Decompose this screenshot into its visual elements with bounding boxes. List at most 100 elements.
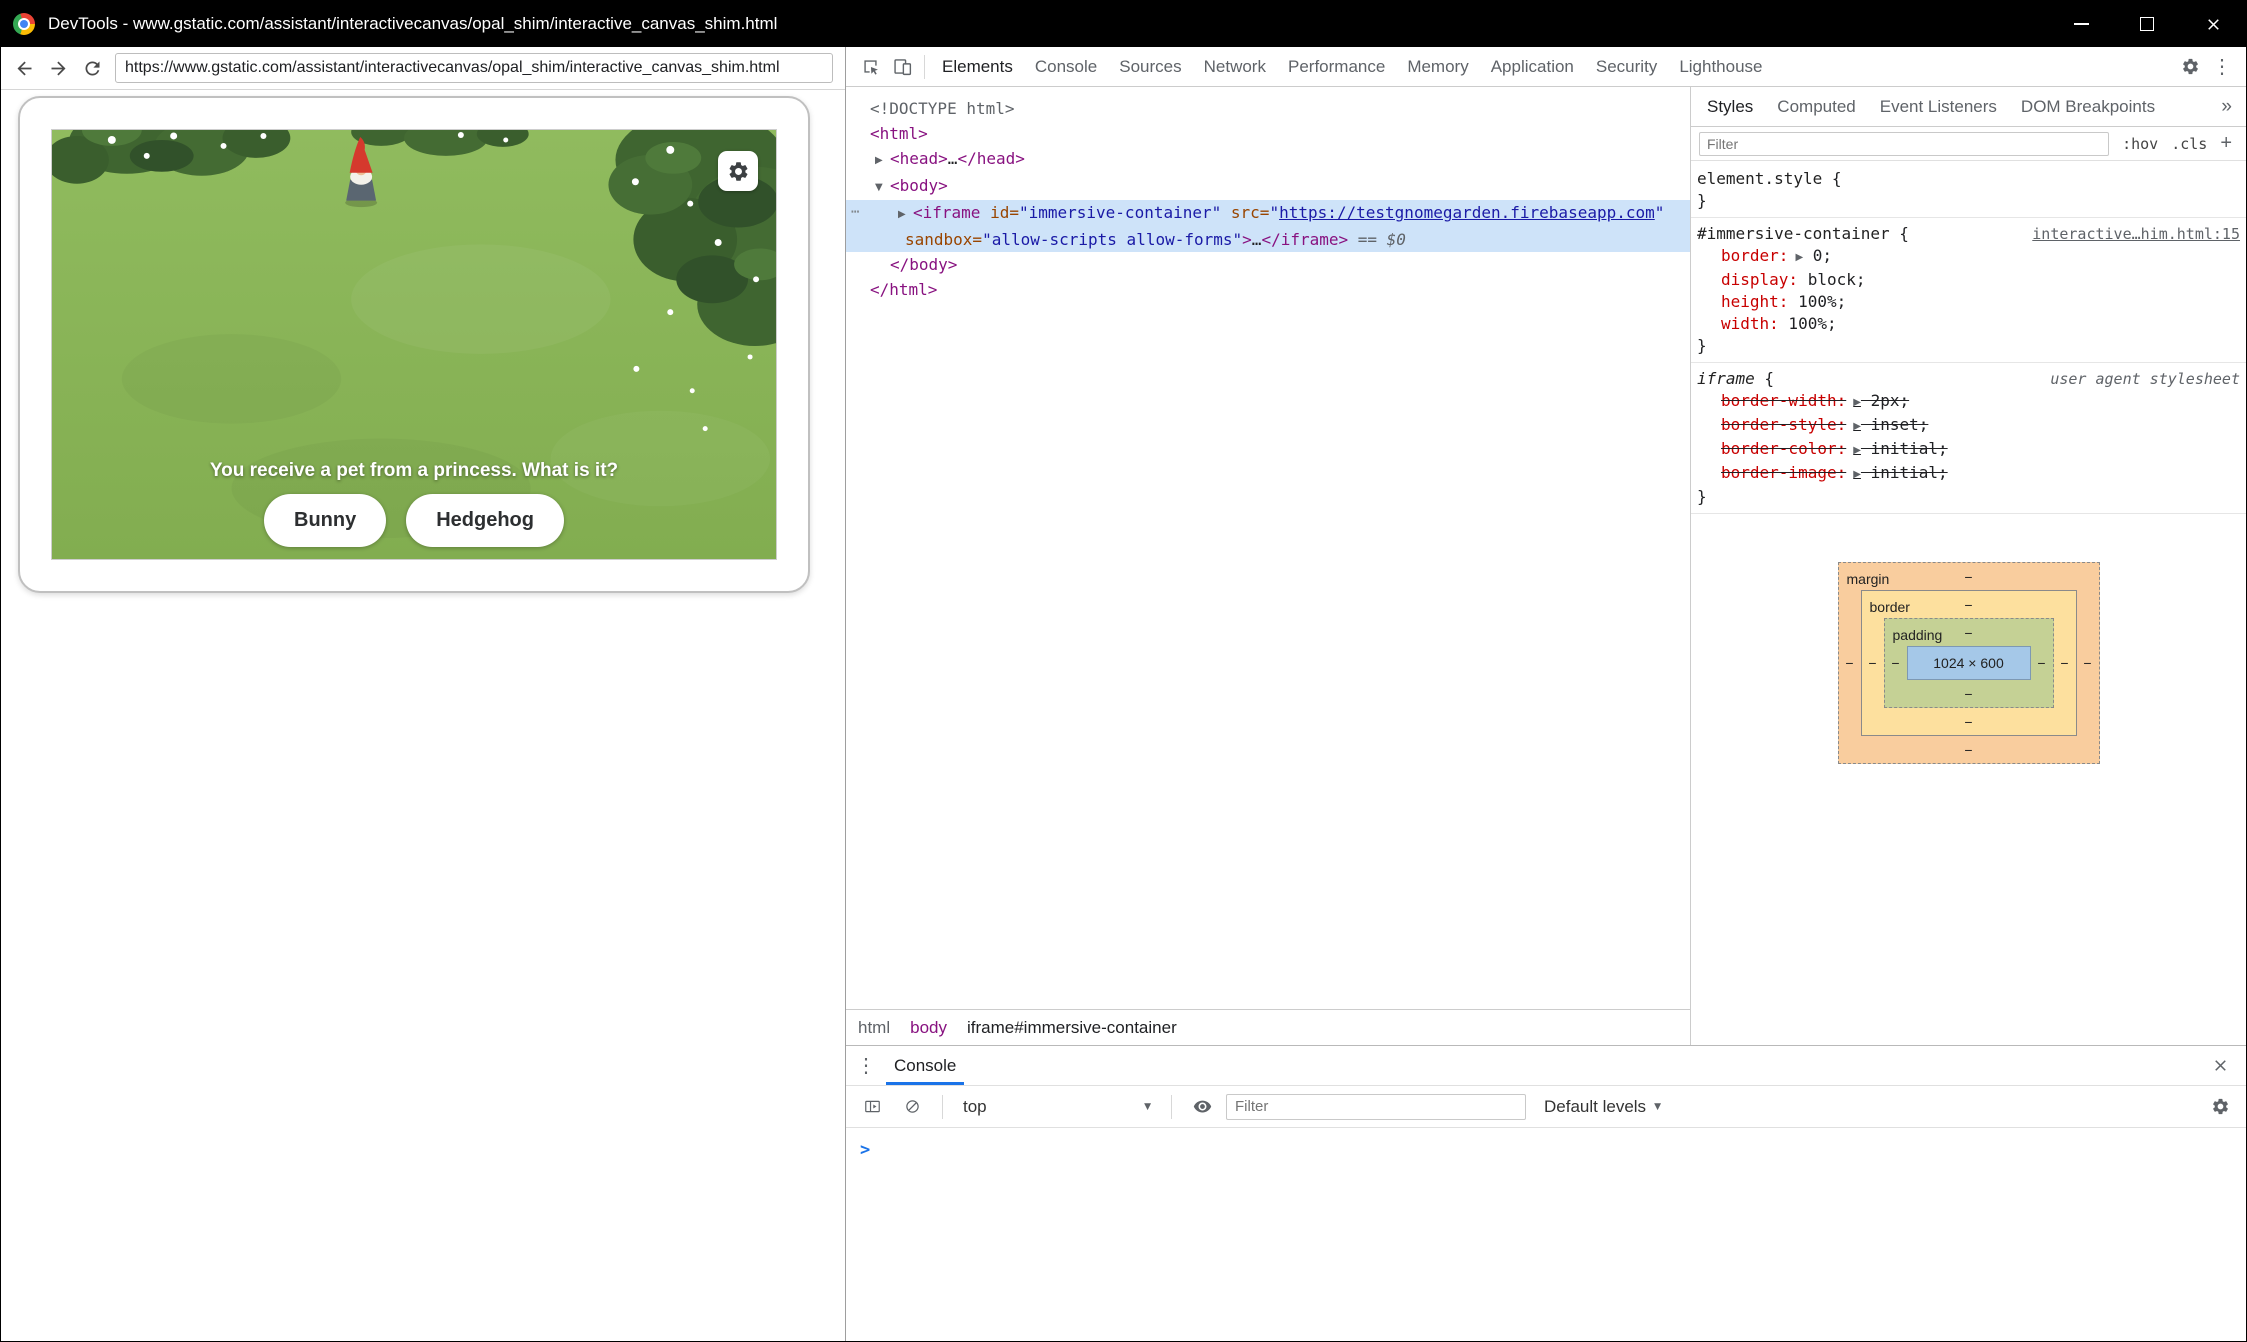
element-class-toggle[interactable]: .cls [2171, 135, 2207, 153]
css-property-width[interactable]: width: 100%; [1697, 313, 2240, 335]
css-selector[interactable]: #immersive-container [1697, 223, 1890, 245]
console-context-selector[interactable]: top ▼ [957, 1097, 1157, 1117]
css-property-border-color[interactable]: border-color:▶ initial; [1697, 438, 2240, 462]
forward-button[interactable] [41, 51, 75, 85]
pseudo-state-toggle[interactable]: :hov [2122, 135, 2158, 153]
dom-token-str: " [1269, 203, 1279, 222]
margin-top-value[interactable]: − [1964, 566, 1972, 588]
devtools-tab-lighthouse[interactable]: Lighthouse [1668, 47, 1773, 86]
minimize-button[interactable] [2048, 1, 2114, 47]
box-model-border[interactable]: border − − padding [1861, 590, 2077, 736]
shorthand-expander-icon[interactable]: ▶ [1853, 469, 1861, 480]
css-selector[interactable]: element.style [1697, 168, 1822, 190]
url-bar[interactable] [115, 53, 833, 83]
box-model-margin-label: margin [1847, 568, 1890, 590]
console-prompt[interactable]: > [860, 1140, 870, 1160]
dom-node-html-open[interactable]: <html> [846, 121, 1690, 146]
shorthand-expander-icon[interactable]: ▶ [1853, 397, 1861, 408]
border-top-value[interactable]: − [1964, 594, 1972, 616]
styles-tab-dom-breakpoints[interactable]: DOM Breakpoints [2009, 97, 2167, 117]
device-toolbar-button[interactable] [886, 51, 918, 83]
devtools-tab-sources[interactable]: Sources [1108, 47, 1192, 86]
dom-node-head[interactable]: ▶<head>…</head> [846, 146, 1690, 173]
eye-icon [1193, 1097, 1212, 1116]
padding-bottom-value[interactable]: − [1964, 683, 1972, 705]
margin-left-value[interactable]: − [1839, 590, 1861, 736]
devtools-tab-security[interactable]: Security [1585, 47, 1668, 86]
sidebar-overflow-icon[interactable]: » [2211, 96, 2242, 118]
css-property-border-width[interactable]: border-width:▶ 2px; [1697, 390, 2240, 414]
breadcrumb-body[interactable]: body [910, 1018, 947, 1038]
console-levels-dropdown[interactable]: Default levels ▼ [1544, 1097, 1661, 1117]
margin-right-value[interactable]: − [2077, 590, 2099, 736]
close-button[interactable] [2180, 1, 2246, 47]
styles-tab-computed[interactable]: Computed [1765, 97, 1867, 117]
devtools-tab-performance[interactable]: Performance [1277, 47, 1396, 86]
clear-console-button[interactable] [896, 1091, 928, 1123]
dom-node-body-close[interactable]: </body> [846, 252, 1690, 277]
css-selector[interactable]: iframe [1697, 368, 1755, 390]
drawer-menu-icon[interactable]: ⋮ [856, 1053, 876, 1078]
css-property-border[interactable]: border:▶ 0; [1697, 245, 2240, 269]
box-model-padding[interactable]: padding − − 1024 × 600 − [1884, 618, 2054, 708]
disclosure-closed-icon[interactable]: ▶ [898, 202, 913, 227]
console-settings-button[interactable] [2204, 1091, 2236, 1123]
gear-icon [727, 160, 750, 183]
shorthand-expander-icon[interactable]: ▶ [1853, 421, 1861, 432]
console-sidebar-button[interactable] [856, 1091, 888, 1123]
choice-button-bunny[interactable]: Bunny [264, 494, 386, 547]
dom-node-iframe-continued[interactable]: sandbox="allow-scripts allow-forms">…</i… [846, 227, 1690, 252]
devtools-tab-application[interactable]: Application [1480, 47, 1585, 86]
reload-button[interactable] [75, 51, 109, 85]
devtools-settings-button[interactable] [2174, 51, 2206, 83]
dom-node-doctype[interactable]: <!DOCTYPE html> [846, 96, 1690, 121]
devtools-tab-elements[interactable]: Elements [931, 47, 1024, 86]
maximize-button[interactable] [2114, 1, 2180, 47]
console-drawer-tab[interactable]: Console [886, 1046, 964, 1085]
new-style-rule-button[interactable]: + [2220, 132, 2232, 155]
css-property-border-style[interactable]: border-style:▶ inset; [1697, 414, 2240, 438]
box-model-content[interactable]: 1024 × 600 [1907, 646, 2031, 680]
css-rule-header: iframe {user agent stylesheet [1697, 368, 2240, 390]
elements-panel: <!DOCTYPE html><html>▶<head>…</head>▼<bo… [846, 87, 1690, 1045]
margin-bottom-value[interactable]: − [1964, 739, 1972, 761]
toolbar-separator [924, 55, 925, 79]
disclosure-closed-icon[interactable]: ▶ [875, 148, 890, 173]
box-model-margin[interactable]: margin − − border − [1838, 562, 2100, 764]
css-property-border-image[interactable]: border-image:▶ initial; [1697, 462, 2240, 486]
back-button[interactable] [7, 51, 41, 85]
styles-filter-row: :hov .cls + [1691, 127, 2246, 161]
border-right-value[interactable]: − [2054, 618, 2076, 708]
dom-node-iframe[interactable]: ⋯▶<iframe id="immersive-container" src="… [846, 200, 1690, 227]
padding-top-value[interactable]: − [1964, 622, 1972, 644]
devtools-tab-console[interactable]: Console [1024, 47, 1108, 86]
drawer-close-button[interactable] [2204, 1050, 2236, 1082]
live-expression-button[interactable] [1186, 1091, 1218, 1123]
node-overflow-icon[interactable]: ⋯ [851, 200, 860, 225]
inspect-element-button[interactable] [854, 51, 886, 83]
breadcrumb-iframe[interactable]: iframe#immersive-container [967, 1018, 1177, 1038]
stylesheet-source-link[interactable]: interactive…him.html:15 [2032, 223, 2240, 245]
border-bottom-value[interactable]: − [1964, 711, 1972, 733]
game-settings-button[interactable] [718, 151, 758, 191]
styles-tab-styles[interactable]: Styles [1695, 97, 1765, 117]
shorthand-expander-icon[interactable]: ▶ [1853, 445, 1861, 456]
disclosure-open-icon[interactable]: ▼ [875, 175, 890, 200]
iframe-src-link[interactable]: https://testgnomegarden.firebaseapp.com [1279, 203, 1655, 222]
shorthand-expander-icon[interactable]: ▶ [1795, 252, 1803, 263]
border-left-value[interactable]: − [1862, 618, 1884, 708]
padding-left-value[interactable]: − [1885, 652, 1907, 674]
devtools-tab-network[interactable]: Network [1193, 47, 1277, 86]
padding-right-value[interactable]: − [2031, 652, 2053, 674]
styles-tab-event-listeners[interactable]: Event Listeners [1868, 97, 2009, 117]
css-property-display[interactable]: display: block; [1697, 269, 2240, 291]
css-property-height[interactable]: height: 100%; [1697, 291, 2240, 313]
dom-node-body-open[interactable]: ▼<body> [846, 173, 1690, 200]
choice-button-hedgehog[interactable]: Hedgehog [406, 494, 564, 547]
console-filter-input[interactable] [1226, 1094, 1526, 1120]
dom-node-html-close[interactable]: </html> [846, 277, 1690, 302]
devtools-tab-memory[interactable]: Memory [1396, 47, 1479, 86]
styles-filter-input[interactable] [1699, 132, 2109, 156]
breadcrumb-html[interactable]: html [858, 1018, 890, 1038]
devtools-menu-button[interactable]: ⋮ [2206, 51, 2238, 83]
